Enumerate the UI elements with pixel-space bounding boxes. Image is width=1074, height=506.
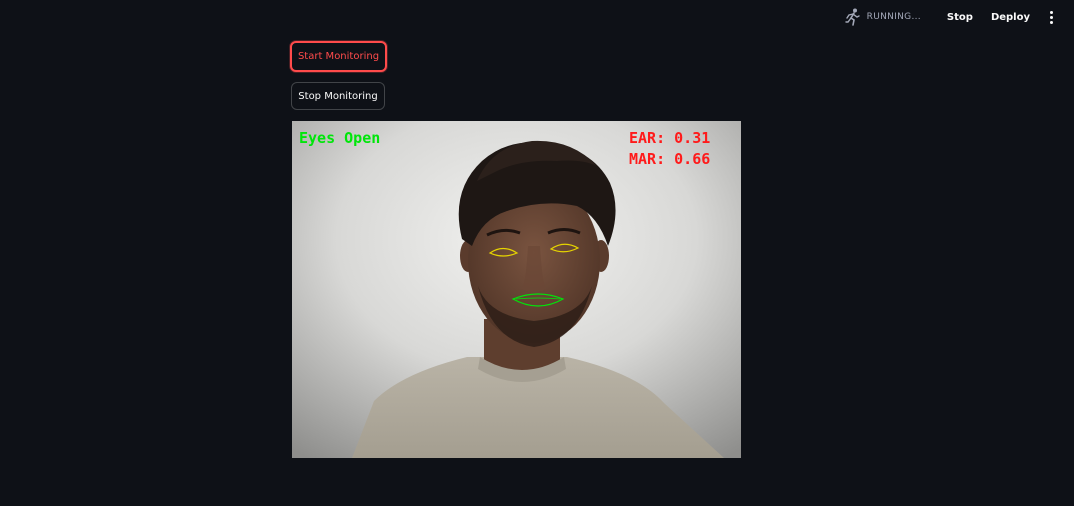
mar-value-label: MAR: 0.66 (629, 150, 711, 168)
start-monitoring-button[interactable]: Start Monitoring (290, 41, 387, 72)
stop-run-button[interactable]: Stop (941, 8, 979, 27)
app-root: RUNNING... Stop Deploy Start Monitoring … (0, 0, 1074, 506)
webcam-video-frame: Eyes Open EAR: 0.31 MAR: 0.66 (292, 121, 741, 458)
running-person-icon (844, 8, 860, 26)
running-status: RUNNING... (844, 8, 921, 26)
deploy-button[interactable]: Deploy (985, 8, 1036, 27)
ear-value-label: EAR: 0.31 (629, 129, 711, 147)
webcam-image (292, 121, 741, 458)
stop-monitoring-button[interactable]: Stop Monitoring (291, 82, 385, 110)
status-text: RUNNING... (866, 12, 921, 22)
eyes-status-label: Eyes Open (299, 129, 381, 147)
vertical-dots-icon (1049, 10, 1053, 14)
main-menu-button[interactable] (1044, 8, 1058, 26)
app-header: RUNNING... Stop Deploy (814, 0, 1074, 34)
